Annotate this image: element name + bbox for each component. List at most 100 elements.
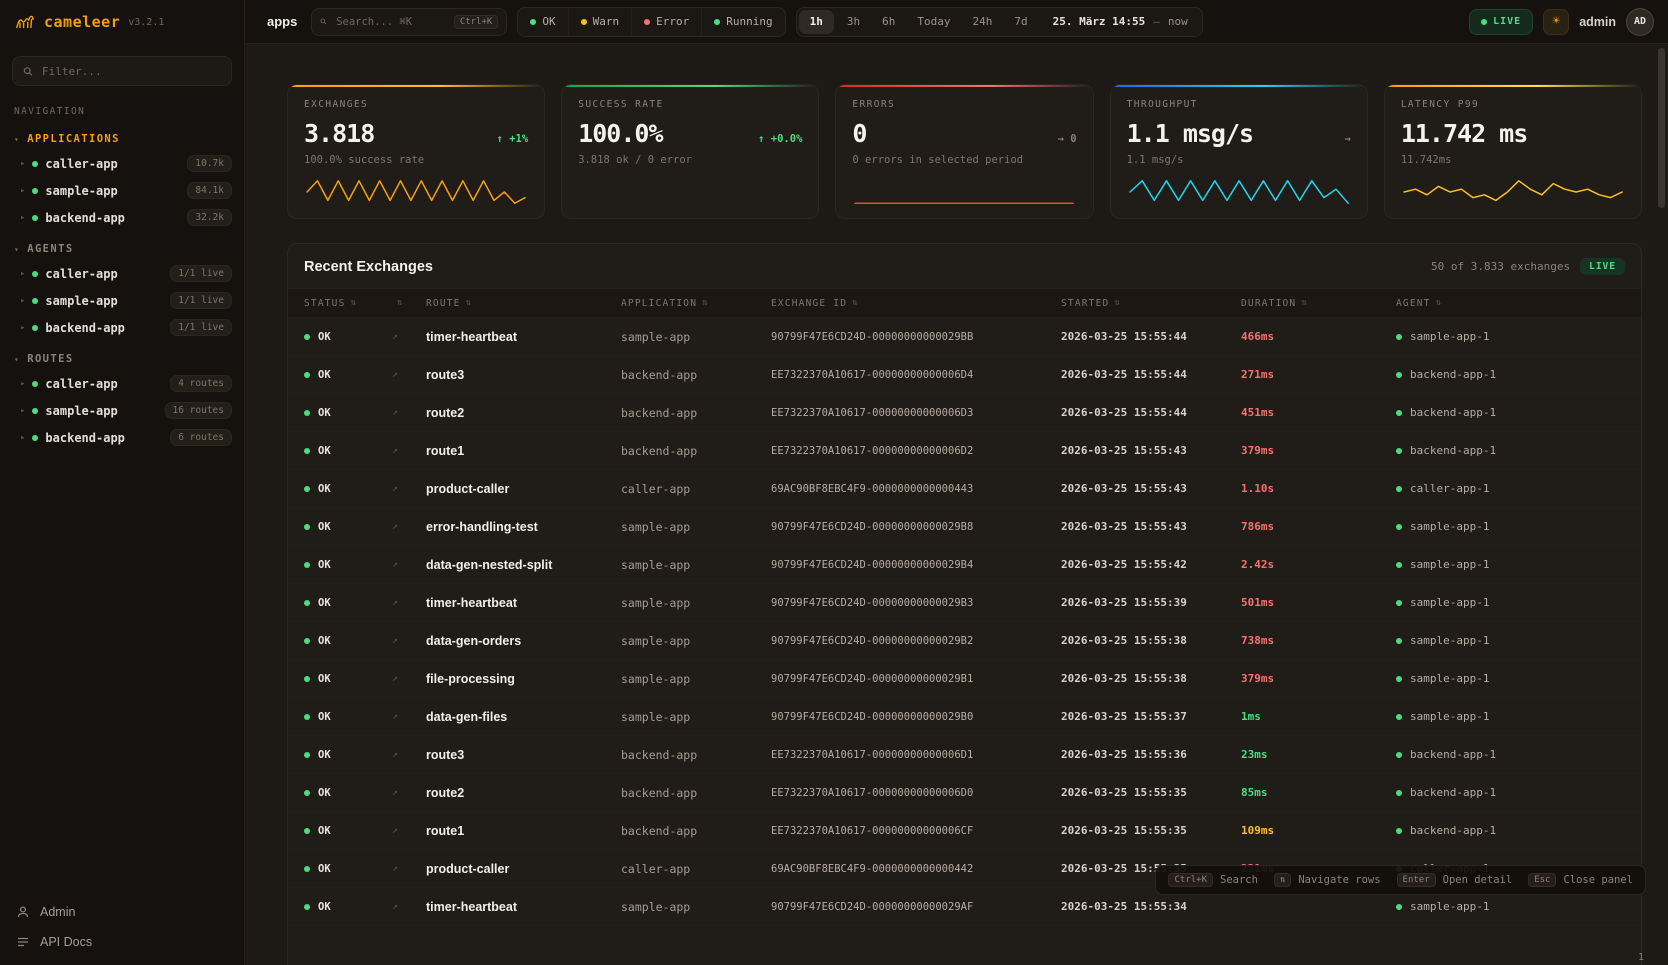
column-header[interactable]: EXCHANGE ID ⇅ (771, 298, 1061, 309)
section-agents[interactable]: ▾ AGENTS (0, 231, 244, 260)
date-range-separator: — (1153, 15, 1160, 28)
status-filter[interactable]: Warn (569, 8, 633, 36)
agent-name: sample-app-1 (1410, 672, 1489, 685)
sidebar-item-route[interactable]: ▸ caller-app 4 routes (0, 370, 244, 397)
cell-route: file-processing (426, 672, 621, 686)
sidebar-item-agent[interactable]: ▸ backend-app 1/1 live (0, 314, 244, 341)
sidebar-item-label: backend-app (45, 431, 163, 445)
status-dot (530, 19, 536, 25)
global-search: Ctrl+K (311, 8, 507, 36)
cell-open[interactable]: ↗ (392, 521, 426, 532)
context-label: apps (267, 14, 297, 29)
stat-subtitle: 3.818 ok / 0 error (578, 154, 802, 166)
cell-open[interactable]: ↗ (392, 863, 426, 874)
caret-down-icon: ▾ (14, 355, 20, 364)
admin-link[interactable]: Admin (16, 905, 228, 919)
sidebar-item-agent[interactable]: ▸ caller-app 1/1 live (0, 260, 244, 287)
section-title: AGENTS (27, 243, 73, 255)
cell-application: sample-app (621, 330, 771, 344)
user-name[interactable]: admin (1579, 15, 1616, 29)
cell-open[interactable]: ↗ (392, 787, 426, 798)
theme-toggle-button[interactable]: ☀ (1543, 9, 1569, 35)
cell-open[interactable]: ↗ (392, 559, 426, 570)
time-range-button[interactable]: 7d (1003, 8, 1038, 36)
table-row[interactable]: OK ↗ product-caller caller-app 69AC90BF8… (288, 470, 1641, 508)
cell-agent: sample-app-1 (1396, 634, 1625, 647)
sidebar-item-application[interactable]: ▸ caller-app 10.7k (0, 150, 244, 177)
column-header[interactable]: APPLICATION ⇅ (621, 298, 771, 309)
time-range-button[interactable]: 1h (799, 10, 834, 34)
cell-route: timer-heartbeat (426, 330, 621, 344)
cell-open[interactable]: ↗ (392, 825, 426, 836)
cell-open[interactable]: ↗ (392, 597, 426, 608)
sidebar-item-application[interactable]: ▸ backend-app 32.2k (0, 204, 244, 231)
sidebar-item-route[interactable]: ▸ sample-app 16 routes (0, 397, 244, 424)
table-row[interactable]: OK ↗ file-processing sample-app 90799F47… (288, 660, 1641, 698)
status-ok-dot (304, 714, 310, 720)
column-header[interactable]: AGENT ⇅ (1396, 298, 1625, 309)
scrollbar-thumb[interactable] (1658, 48, 1665, 208)
live-toggle[interactable]: LIVE (1469, 9, 1533, 35)
column-label: DURATION (1241, 298, 1296, 309)
cell-application: sample-app (621, 520, 771, 534)
sidebar-item-application[interactable]: ▸ sample-app 84.1k (0, 177, 244, 204)
cell-open[interactable]: ↗ (392, 711, 426, 722)
cell-open[interactable]: ↗ (392, 635, 426, 646)
exchange-count: 50 of 3.833 exchanges (1431, 260, 1570, 273)
cell-open[interactable]: ↗ (392, 369, 426, 380)
status-filter[interactable]: Running (702, 8, 784, 36)
date-range[interactable]: 25. März 14:55 — now (1039, 15, 1202, 28)
column-label: STATUS (304, 298, 346, 309)
cell-open[interactable]: ↗ (392, 749, 426, 760)
cell-open[interactable]: ↗ (392, 331, 426, 342)
time-range-button[interactable]: 6h (871, 8, 906, 36)
table-row[interactable]: OK ↗ route2 backend-app EE7322370A10617-… (288, 394, 1641, 432)
table-row[interactable]: OK ↗ data-gen-orders sample-app 90799F47… (288, 622, 1641, 660)
cell-duration: 501ms (1241, 596, 1396, 609)
stat-card: EXCHANGES 3.818 ↑ +1% 100.0% success rat… (287, 84, 545, 219)
cell-open[interactable]: ↗ (392, 483, 426, 494)
table-row[interactable]: OK ↗ route2 backend-app EE7322370A10617-… (288, 774, 1641, 812)
sidebar-item-agent[interactable]: ▸ sample-app 1/1 live (0, 287, 244, 314)
avatar[interactable]: AD (1626, 8, 1654, 36)
sidebar-filter-input[interactable] (40, 64, 221, 79)
column-header[interactable]: STATUS ⇅ (304, 298, 392, 309)
cell-open[interactable]: ↗ (392, 407, 426, 418)
table-row[interactable]: OK ↗ data-gen-nested-split sample-app 90… (288, 546, 1641, 584)
status-text: OK (318, 521, 331, 533)
table-row[interactable]: OK ↗ route3 backend-app EE7322370A10617-… (288, 356, 1641, 394)
panel-header: Recent Exchanges 50 of 3.833 exchanges L… (288, 244, 1641, 288)
cell-open[interactable]: ↗ (392, 901, 426, 912)
cell-duration: 1ms (1241, 710, 1396, 723)
column-header[interactable]: STARTED ⇅ (1061, 298, 1241, 309)
global-search-input[interactable] (334, 15, 447, 29)
table-row[interactable]: OK ↗ error-handling-test sample-app 9079… (288, 508, 1641, 546)
api-docs-link[interactable]: API Docs (16, 935, 228, 949)
column-header[interactable]: DURATION ⇅ (1241, 298, 1396, 309)
sidebar-item-route[interactable]: ▸ backend-app 6 routes (0, 424, 244, 451)
status-dot (581, 19, 587, 25)
section-routes[interactable]: ▾ ROUTES (0, 341, 244, 370)
agent-name: caller-app-1 (1410, 482, 1489, 495)
time-range-button[interactable]: Today (906, 8, 961, 36)
table-row[interactable]: OK ↗ data-gen-files sample-app 90799F47E… (288, 698, 1641, 736)
cell-exchange-id: EE7322370A10617-00000000000006D0 (771, 787, 1061, 799)
table-row[interactable]: OK ↗ route1 backend-app EE7322370A10617-… (288, 432, 1641, 470)
table-row[interactable]: OK ↗ route3 backend-app EE7322370A10617-… (288, 736, 1641, 774)
status-filter[interactable]: OK (518, 8, 568, 36)
column-header[interactable]: ROUTE ⇅ (426, 298, 621, 309)
time-range-label: 24h (972, 15, 992, 28)
column-header[interactable]: ⇅ (392, 298, 426, 308)
table-row[interactable]: OK ↗ timer-heartbeat sample-app 90799F47… (288, 318, 1641, 356)
time-range-button[interactable]: 24h (961, 8, 1003, 36)
time-range-button[interactable]: 3h (836, 8, 871, 36)
status-filter[interactable]: Error (632, 8, 702, 36)
sidebar-item-label: caller-app (45, 377, 163, 391)
table-row[interactable]: OK ↗ route1 backend-app EE7322370A10617-… (288, 812, 1641, 850)
cell-open[interactable]: ↗ (392, 445, 426, 456)
section-applications[interactable]: ▾ APPLICATIONS (0, 121, 244, 150)
cell-open[interactable]: ↗ (392, 673, 426, 684)
sort-icon: ⇅ (702, 298, 709, 308)
main-area: apps Ctrl+K OK Warn (245, 0, 1668, 965)
table-row[interactable]: OK ↗ timer-heartbeat sample-app 90799F47… (288, 584, 1641, 622)
